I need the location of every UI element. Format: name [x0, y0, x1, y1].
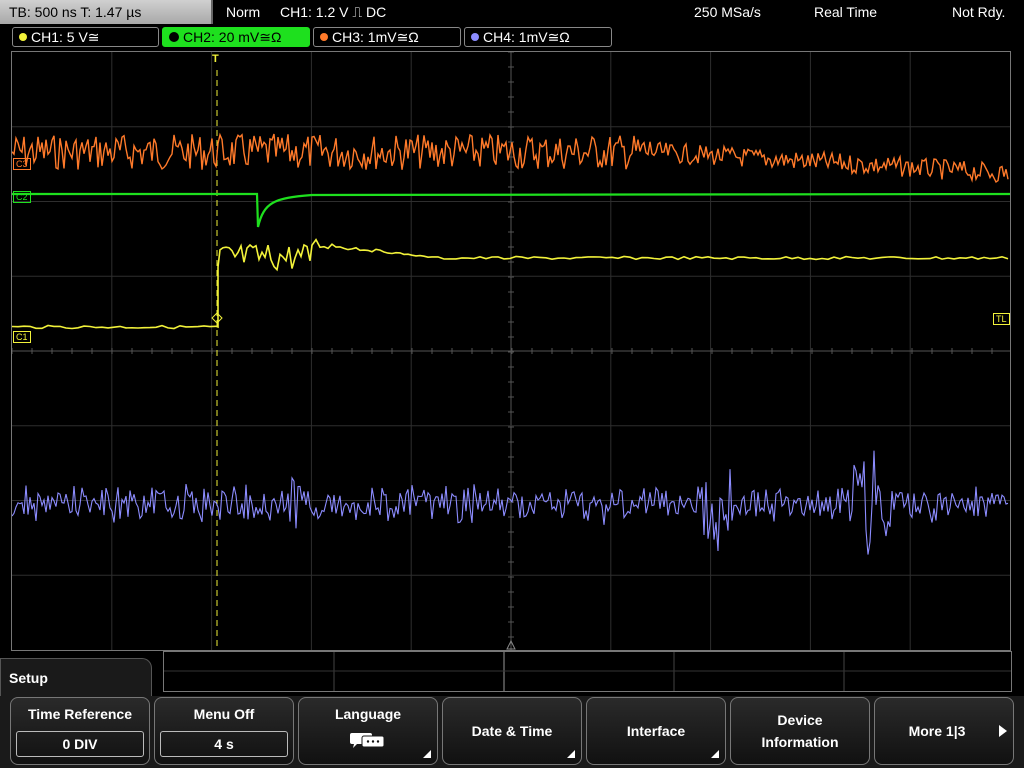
menu-title: Setup [0, 658, 152, 698]
channel-tab-ch1[interactable]: CH1: 5 V≅ [12, 27, 159, 47]
submenu-corner-icon [567, 750, 575, 758]
interface-button[interactable]: Interface [586, 697, 726, 765]
ch2-ground-marker[interactable]: C2 [13, 191, 31, 203]
date-time-label: Date & Time [471, 723, 553, 739]
device-information-label-1: Device [777, 712, 823, 728]
ch2-dot-icon [169, 32, 179, 43]
sample-rate: 250 MSa/s [694, 4, 761, 20]
ch4-dot-icon [471, 33, 479, 42]
ch4-label: CH4: 1mV≅Ω [483, 29, 570, 45]
waveform-overview-bar [163, 651, 1012, 692]
trigger-level-marker[interactable]: TL [993, 313, 1010, 325]
channel-tab-ch4[interactable]: CH4: 1mV≅Ω [464, 27, 612, 47]
submenu-corner-icon [423, 750, 431, 758]
trigger-source[interactable]: CH1: 1.2 V ⎍ DC [280, 0, 386, 24]
waveform-svg [12, 52, 1010, 650]
ch1-dot-icon [19, 33, 27, 42]
acquisition-mode: Real Time [814, 4, 878, 20]
device-information-button[interactable]: Device Information [730, 697, 870, 765]
more-label: More 1|3 [908, 723, 966, 739]
timebase-readout[interactable]: TB: 500 ns T: 1.47 µs [0, 0, 213, 24]
channel-tab-ch2[interactable]: CH2: 20 mV≅Ω [162, 27, 310, 47]
time-reference-value[interactable]: 0 DIV [16, 731, 144, 757]
ch1-label: CH1: 5 V≅ [31, 29, 100, 45]
ch3-ground-marker[interactable]: C3 [13, 158, 31, 170]
trigger-mode[interactable]: Norm [226, 0, 260, 24]
overview-grid [164, 652, 1011, 691]
menu-off-value[interactable]: 4 s [160, 731, 288, 757]
ch3-dot-icon [320, 33, 328, 42]
more-button[interactable]: More 1|3 [874, 697, 1014, 765]
ch3-label: CH3: 1mV≅Ω [332, 29, 419, 45]
submenu-corner-icon [711, 750, 719, 758]
speech-bubble-icon [350, 733, 385, 748]
next-page-icon [999, 725, 1007, 737]
time-reference-label: Time Reference [27, 706, 132, 722]
menu-off-button[interactable]: Menu Off 4 s [154, 697, 294, 765]
channel-tab-ch3[interactable]: CH3: 1mV≅Ω [313, 27, 461, 47]
date-time-button[interactable]: Date & Time [442, 697, 582, 765]
waveform-display[interactable] [11, 51, 1011, 651]
time-reference-button[interactable]: Time Reference 0 DIV [10, 697, 150, 765]
language-label: Language [334, 706, 402, 722]
trigger-status: Not Rdy. [952, 4, 1006, 20]
menu-off-label: Menu Off [193, 706, 255, 722]
language-button[interactable]: Language [298, 697, 438, 765]
interface-label: Interface [626, 723, 686, 739]
ch2-label: CH2: 20 mV≅Ω [183, 29, 282, 45]
device-information-label-2: Information [761, 734, 839, 750]
ch1-ground-marker[interactable]: C1 [13, 331, 31, 343]
trigger-position-marker[interactable]: T [212, 53, 219, 65]
